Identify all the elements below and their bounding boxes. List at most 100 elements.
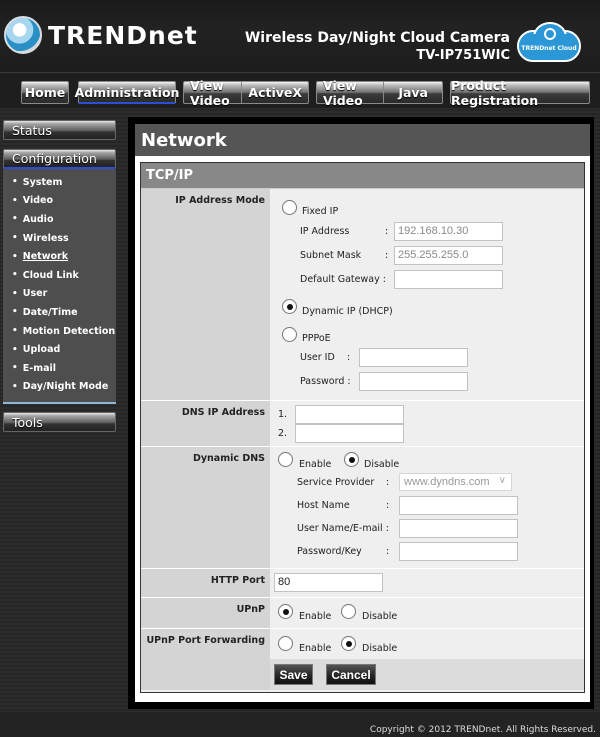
upnp-disable-radio[interactable] [341, 604, 356, 619]
default-gateway-input[interactable] [394, 270, 503, 289]
bullet-icon: • [12, 233, 18, 244]
dns-ip-address-label: DNS IP Address [141, 401, 270, 446]
nav-product-registration-button[interactable]: Product Registration [450, 78, 590, 108]
service-provider-select[interactable]: www.dyndns.com ∨ [399, 473, 512, 491]
sidebar-configuration-button[interactable]: Configuration [3, 149, 116, 169]
pppoe-radio[interactable] [282, 327, 297, 342]
service-provider-label: Service Provider [297, 477, 375, 488]
nav-activex-button[interactable]: ActiveX [241, 82, 308, 103]
sidebar-status-button[interactable]: Status [3, 120, 116, 140]
user-name-email-input[interactable] [399, 519, 518, 538]
fixed-ip-label: Fixed IP [302, 206, 339, 217]
nav-view-video-java-group: View Video Java [316, 78, 443, 108]
sidebar-tools-label: Tools [12, 414, 43, 430]
save-button[interactable]: Save [274, 664, 313, 685]
sidebar-item-video[interactable]: • Video [3, 192, 116, 211]
sidebar-item-motion-detection[interactable]: • Motion Detection [3, 322, 116, 341]
sidebar-item-label: Motion Detection [22, 325, 116, 337]
http-port-label: HTTP Port [141, 569, 270, 597]
tcpip-form: TCP/IP IP Address Mode Fixed IP IP Addre… [140, 162, 585, 693]
sidebar-item-cloud-link[interactable]: • Cloud Link [3, 266, 116, 285]
nav-administration-button[interactable]: Administration [75, 81, 179, 104]
sidebar-item-network[interactable]: • Network [3, 247, 116, 266]
nav-view-video-java-button[interactable]: View Video [317, 78, 383, 108]
sidebar-item-label: User [22, 288, 48, 300]
upnp-pf-enable-radio[interactable] [278, 636, 293, 651]
sidebar-item-date-time[interactable]: • Date/Time [3, 303, 116, 322]
nav-administration-label: Administration [74, 84, 180, 100]
nav-java-button[interactable]: Java [383, 82, 442, 103]
upnp-port-forwarding-label: UPnP Port Forwarding [141, 629, 270, 690]
upnp-pf-disable-radio[interactable] [341, 636, 356, 651]
host-name-input[interactable] [399, 496, 518, 515]
ddns-enable-radio[interactable] [278, 452, 293, 467]
password-label: Password : [300, 376, 351, 387]
sidebar-item-label: Day/Night Mode [22, 381, 109, 393]
nav-home-label: Home [24, 85, 66, 100]
nav-activex-label: ActiveX [248, 85, 302, 100]
sidebar-item-day-night-mode[interactable]: • Day/Night Mode [3, 378, 116, 397]
bullet-icon: • [12, 288, 18, 299]
bullet-icon: • [12, 177, 18, 188]
dhcp-radio[interactable] [282, 299, 297, 314]
button-bar [270, 659, 584, 690]
sidebar-item-user[interactable]: • User [3, 285, 116, 304]
subnet-mask-label: Subnet Mask [300, 250, 362, 261]
sidebar: Status Configuration • System • Video • Aud… [3, 120, 116, 433]
top-navigation: Home Administration View Video ActiveX V… [0, 72, 600, 108]
service-provider-value: www.dyndns.com [404, 476, 490, 488]
sidebar-tools-button[interactable]: Tools [3, 412, 116, 433]
sidebar-item-label: Cloud Link [22, 269, 79, 281]
ip-address-input[interactable]: 192.168.10.30 [394, 222, 503, 241]
trendnet-cloud-badge: TRENDnet Cloud [517, 22, 581, 62]
colon: : [385, 250, 389, 261]
colon: : [386, 546, 390, 557]
bullet-icon: • [12, 251, 18, 262]
sidebar-item-wireless[interactable]: • Wireless [3, 229, 116, 248]
bullet-icon: • [12, 195, 18, 206]
ddns-disable-label: Disable [364, 459, 400, 470]
pppoe-user-id-input[interactable] [359, 348, 468, 367]
sidebar-configuration-label: Configuration [12, 151, 97, 166]
http-port-input[interactable]: 80 [274, 573, 383, 592]
subnet-mask-input[interactable]: 255.255.255.0 [394, 246, 503, 265]
colon: : [386, 477, 390, 488]
sidebar-configuration-menu: • System • Video • Audio • Wireless • Network… [3, 169, 116, 405]
bullet-icon: • [12, 363, 18, 374]
nav-home-button[interactable]: Home [21, 81, 69, 104]
password-key-input[interactable] [399, 542, 518, 561]
upnp-enable-radio[interactable] [278, 604, 293, 619]
dns-2-input[interactable] [295, 424, 404, 443]
pppoe-label: PPPoE [302, 333, 331, 344]
upnp-row: UPnP Enable Disable [141, 598, 584, 629]
sidebar-item-label: Audio [22, 213, 54, 225]
upnp-pf-disable-label: Disable [362, 643, 398, 654]
colon: : [386, 500, 390, 511]
dns-1-input[interactable] [295, 405, 404, 424]
dns-2-label: 2. [278, 428, 288, 439]
page-title: Network [135, 124, 590, 156]
sidebar-item-upload[interactable]: • Upload [3, 340, 116, 359]
bullet-icon: • [12, 344, 18, 355]
pppoe-password-input[interactable] [359, 372, 468, 391]
dynamic-dns-row: Dynamic DNS Enable Disable Service Provi… [141, 447, 584, 569]
cloud-badge-text: TRENDnet Cloud [521, 45, 577, 52]
sidebar-item-system[interactable]: • System [3, 173, 116, 192]
upnp-port-forwarding-value: Enable Disable Save Cancel [270, 629, 584, 690]
nav-view-video-activex-button[interactable]: View Video [184, 78, 241, 108]
sidebar-item-audio[interactable]: • Audio [3, 210, 116, 229]
ip-address-mode-value: Fixed IP IP Address : 192.168.10.30 Subn… [270, 189, 584, 400]
nav-view-video-label-2: View Video [323, 77, 363, 108]
user-name-email-label: User Name/E-mail : [297, 523, 389, 534]
upnp-value: Enable Disable [270, 598, 584, 628]
nav-view-video-label: View Video [190, 77, 230, 108]
colon: : [347, 352, 351, 363]
fixed-ip-radio[interactable] [282, 200, 297, 215]
sidebar-item-label: Upload [22, 344, 61, 356]
cancel-button[interactable]: Cancel [326, 664, 376, 685]
sidebar-item-email[interactable]: • E-mail [3, 359, 116, 378]
ddns-disable-radio[interactable] [344, 452, 359, 467]
sidebar-status-label: Status [12, 122, 52, 138]
